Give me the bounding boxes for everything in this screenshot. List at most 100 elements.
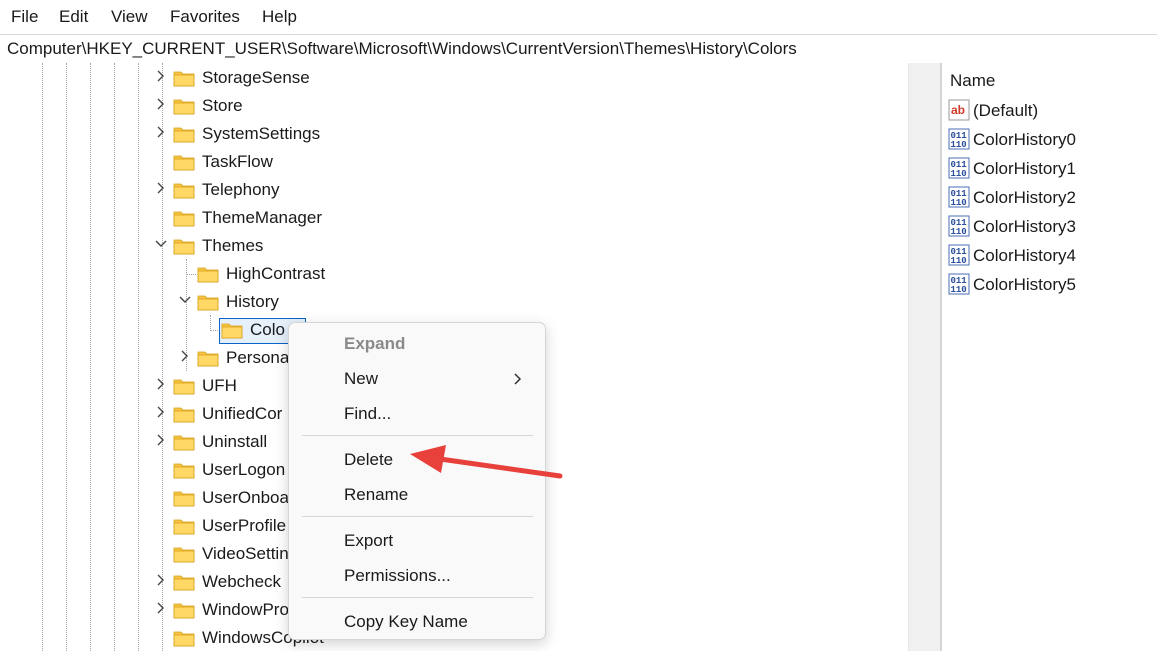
- svg-text:110: 110: [951, 227, 967, 237]
- folder-icon: [173, 379, 195, 395]
- menu-item-label: New: [344, 369, 379, 388]
- menu-item-label: Export: [344, 531, 394, 550]
- menu-item-permissions[interactable]: Permissions...: [289, 559, 545, 593]
- tree-node[interactable]: ThemeManager: [152, 204, 472, 232]
- chevron-down-icon[interactable]: [154, 237, 168, 251]
- tree-node-label: History: [226, 292, 279, 311]
- tree-scrollbar[interactable]: [908, 63, 941, 651]
- svg-text:110: 110: [951, 256, 967, 266]
- folder-icon: [173, 435, 195, 451]
- menu-item-label: Permissions...: [344, 566, 451, 585]
- tree-node-label: ThemeManager: [202, 208, 323, 227]
- value-row[interactable]: 011 110 ColorHistory2: [946, 185, 1146, 211]
- menu-item-label: Rename: [344, 485, 409, 504]
- folder-icon: [173, 71, 195, 87]
- red-arrow-annotation: [410, 445, 563, 479]
- tree-node[interactable]: Store: [152, 92, 472, 120]
- folder-icon: [173, 491, 195, 507]
- value-row[interactable]: 011 110 ColorHistory3: [946, 214, 1146, 240]
- folder-icon: [173, 631, 195, 647]
- tree-node[interactable]: StorageSense: [152, 64, 472, 92]
- menu-view[interactable]: View: [111, 7, 148, 27]
- svg-text:ab: ab: [951, 103, 965, 117]
- tree-node[interactable]: History: [176, 288, 496, 316]
- folder-icon: [221, 323, 243, 339]
- address-bar[interactable]: Computer\HKEY_CURRENT_USER\Software\Micr…: [0, 34, 1157, 64]
- value-name: ColorHistory1: [973, 159, 1076, 178]
- menu-item-expand[interactable]: Expand: [289, 327, 545, 361]
- value-name: ColorHistory0: [973, 130, 1076, 149]
- value-name: ColorHistory2: [973, 188, 1076, 207]
- values-pane[interactable]: Name ab (Default) 011 110 ColorHistory0 011 11…: [942, 63, 1157, 651]
- menu-separator: [302, 597, 533, 598]
- menu-item-label: Delete: [344, 450, 394, 469]
- value-row[interactable]: ab (Default): [946, 98, 1146, 124]
- tree-node-label: TaskFlow: [202, 152, 273, 171]
- chevron-right-icon[interactable]: [178, 349, 192, 363]
- menu-help[interactable]: Help: [262, 7, 297, 27]
- chevron-right-icon[interactable]: [154, 433, 168, 447]
- chevron-right-icon[interactable]: [154, 377, 168, 391]
- tree-node-label: UnifiedCor: [202, 404, 283, 423]
- menu-favorites[interactable]: Favorites: [170, 7, 240, 27]
- chevron-down-icon[interactable]: [178, 293, 192, 307]
- menu-item-label: Find...: [344, 404, 392, 423]
- menu-bar: File Edit View Favorites Help: [0, 0, 1157, 34]
- menu-item-find[interactable]: Find...: [289, 397, 545, 431]
- tree-node-label: HighContrast: [226, 264, 326, 283]
- tree-guide-line: [90, 63, 91, 651]
- folder-icon: [173, 127, 195, 143]
- chevron-right-icon[interactable]: [154, 69, 168, 83]
- tree-node[interactable]: Telephony: [152, 176, 472, 204]
- value-row[interactable]: 011 110 ColorHistory4: [946, 243, 1146, 269]
- address-path[interactable]: Computer\HKEY_CURRENT_USER\Software\Micr…: [7, 39, 797, 59]
- folder-icon: [173, 99, 195, 115]
- folder-icon: [173, 183, 195, 199]
- chevron-right-icon[interactable]: [154, 125, 168, 139]
- tree-node-label: UserProfile: [202, 516, 287, 535]
- tree-guide-line: [138, 63, 139, 651]
- binary-value-icon: 011110: [948, 128, 970, 150]
- tree-node[interactable]: HighContrast: [176, 260, 496, 288]
- menu-edit[interactable]: Edit: [59, 7, 88, 27]
- tree-guide-line: [114, 63, 115, 651]
- tree-node[interactable]: TaskFlow: [152, 148, 472, 176]
- tree-node-label: SystemSettings: [202, 124, 321, 143]
- value-name: ColorHistory5: [973, 275, 1076, 294]
- tree-node[interactable]: Themes: [152, 232, 472, 260]
- menu-item-export[interactable]: Export: [289, 524, 545, 558]
- value-name: (Default): [973, 101, 1039, 120]
- binary-value-icon: 011110: [948, 244, 970, 266]
- value-row[interactable]: 011 110 ColorHistory0: [946, 127, 1146, 153]
- chevron-right-icon[interactable]: [154, 573, 168, 587]
- menu-file[interactable]: File: [11, 7, 38, 27]
- chevron-right-icon[interactable]: [154, 181, 168, 195]
- binary-value-icon: 011110: [948, 273, 970, 295]
- chevron-right-icon[interactable]: [154, 97, 168, 111]
- tree-node-label: Telephony: [202, 180, 280, 199]
- folder-icon: [173, 547, 195, 563]
- chevron-right-icon[interactable]: [154, 405, 168, 419]
- folder-icon: [173, 603, 195, 619]
- tree-node-label: Themes: [202, 236, 264, 255]
- folder-icon: [173, 239, 195, 255]
- column-header-name[interactable]: Name: [950, 71, 995, 91]
- tree-node-label: UserOnboa: [202, 488, 289, 507]
- folder-icon: [173, 463, 195, 479]
- menu-item-new[interactable]: New: [289, 362, 545, 396]
- menu-item-copy-key-name[interactable]: Copy Key Name: [289, 605, 545, 639]
- folder-icon: [173, 575, 195, 591]
- menu-item-label: Expand: [344, 334, 406, 353]
- tree-node-label: Webcheck: [202, 572, 282, 591]
- folder-icon: [173, 155, 195, 171]
- value-name: ColorHistory4: [973, 246, 1076, 265]
- value-row[interactable]: 011 110 ColorHistory5: [946, 272, 1146, 298]
- string-value-icon: ab: [948, 99, 970, 121]
- chevron-right-icon[interactable]: [154, 601, 168, 615]
- binary-value-icon: 011110: [948, 186, 970, 208]
- folder-icon: [197, 267, 219, 283]
- tree-node[interactable]: SystemSettings: [152, 120, 472, 148]
- menu-separator: [302, 435, 533, 436]
- value-row[interactable]: 011 110 ColorHistory1: [946, 156, 1146, 182]
- tree-node-label: WindowPro: [202, 600, 289, 619]
